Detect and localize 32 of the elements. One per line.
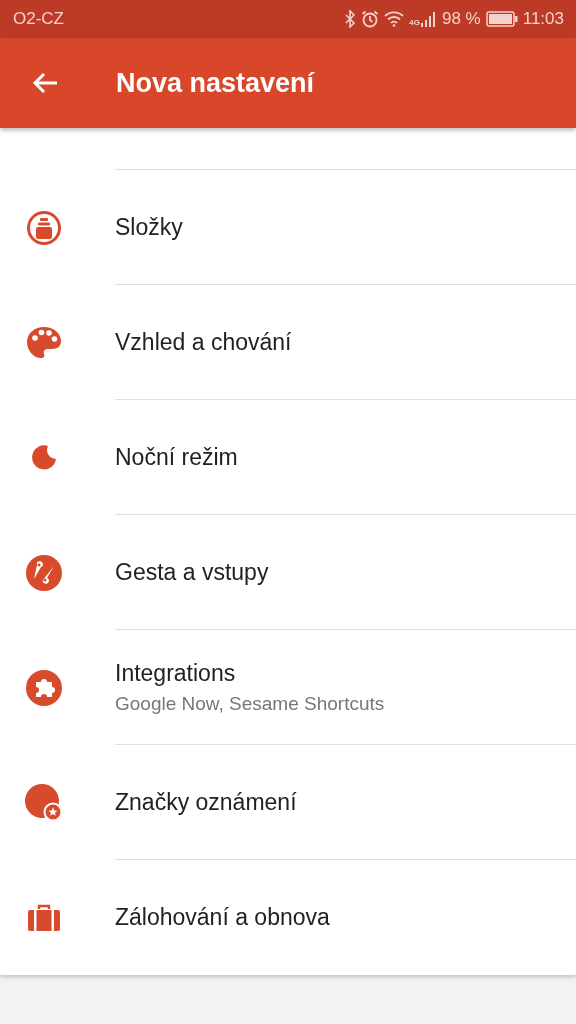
settings-item[interactable]: Gesta a vstupy xyxy=(0,515,576,630)
clock: 11:03 xyxy=(522,9,564,29)
badge-icon xyxy=(25,783,63,822)
bluetooth-icon xyxy=(344,10,357,28)
gesture-icon xyxy=(26,554,62,591)
network-type: 4G xyxy=(409,18,420,27)
settings-item[interactable]: Značky oznámení xyxy=(0,745,576,860)
item-title: Integrations xyxy=(115,659,237,687)
item-title: Zálohování a obnova xyxy=(115,904,331,931)
battery-icon xyxy=(485,11,518,27)
wifi-icon xyxy=(384,11,405,27)
item-title: Vzhled a chování xyxy=(115,328,293,356)
item-title: Složky xyxy=(115,213,184,241)
briefcase-icon xyxy=(27,903,61,932)
item-title: Noční režim xyxy=(115,443,239,471)
item-title: Značky oznámení xyxy=(115,788,298,816)
settings-item[interactable]: Vzhled a chování xyxy=(0,285,576,400)
item-subtitle: Google Now, Sesame Shortcuts xyxy=(115,692,386,715)
signal-icon xyxy=(420,11,437,27)
battery-percent: 98 % xyxy=(441,9,481,29)
settings-item[interactable]: Zálohování a obnova xyxy=(0,860,576,975)
item-title: Gesta a vstupy xyxy=(115,558,270,586)
moon-icon xyxy=(31,444,57,471)
settings-item[interactable]: Integrations Google Now, Sesame Shortcuts xyxy=(0,630,576,745)
bucket-icon xyxy=(26,209,62,246)
settings-item[interactable]: Noční režim xyxy=(0,400,576,515)
palette-icon xyxy=(26,324,62,361)
alarm-icon xyxy=(361,10,380,28)
settings-item[interactable]: Složky xyxy=(0,170,576,285)
carrier-name: O2-CZ xyxy=(13,9,64,29)
puzzle-icon xyxy=(26,669,62,706)
screen-title: Nova nastavení xyxy=(116,67,315,99)
